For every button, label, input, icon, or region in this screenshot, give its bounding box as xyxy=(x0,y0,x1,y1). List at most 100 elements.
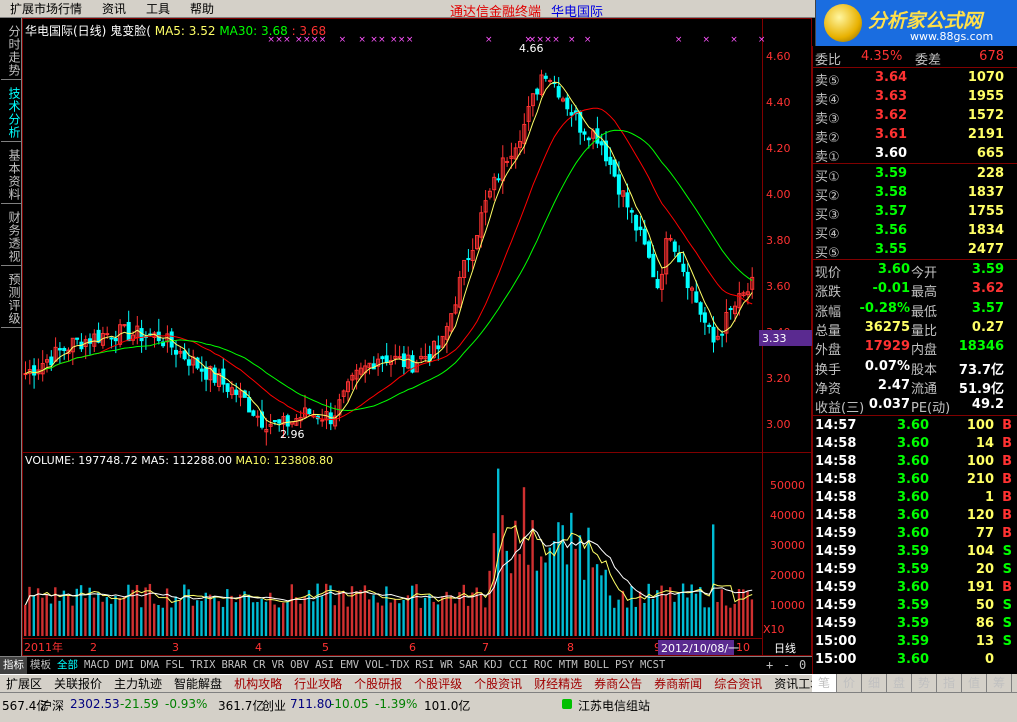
tab-cr[interactable]: CR xyxy=(250,657,269,674)
sell-level[interactable]: 卖③ 3.62 1572 xyxy=(813,107,1017,127)
status-market[interactable]: 沪深 xyxy=(40,697,64,714)
buy-level[interactable]: 买② 3.58 1837 xyxy=(813,184,1017,204)
info-tab-12[interactable]: 综合资讯 xyxy=(708,675,768,693)
tab-finance[interactable]: 财务透视 xyxy=(1,208,21,266)
quote-tab-1[interactable]: 价 xyxy=(837,674,862,692)
info-tab-11[interactable]: 券商新闻 xyxy=(648,675,708,693)
buy-level[interactable]: 买③ 3.57 1755 xyxy=(813,203,1017,223)
volume-bar xyxy=(385,586,388,636)
info-tab-10[interactable]: 券商公告 xyxy=(588,675,648,693)
sell-level[interactable]: 卖① 3.60 665 xyxy=(813,145,1017,165)
tab-vr[interactable]: VR xyxy=(268,657,287,674)
info-tab-5[interactable]: 行业攻略 xyxy=(288,675,348,693)
zoom-out-button[interactable]: - xyxy=(783,658,790,672)
info-tab-3[interactable]: 智能解盘 xyxy=(168,675,228,693)
tab-psy[interactable]: PSY xyxy=(612,657,637,674)
status-board[interactable]: 创业 xyxy=(262,697,286,714)
tab-vol-tdx[interactable]: VOL-TDX xyxy=(362,657,412,674)
buy-level[interactable]: 买① 3.59 228 xyxy=(813,165,1017,185)
volume-bar xyxy=(398,603,401,636)
tab-rsi[interactable]: RSI xyxy=(412,657,437,674)
volume-bar xyxy=(540,556,543,636)
tab-roc[interactable]: ROC xyxy=(531,657,556,674)
menu-item-news[interactable]: 资讯 xyxy=(92,0,136,17)
tab-boll[interactable]: BOLL xyxy=(581,657,612,674)
reset-button[interactable]: 0 xyxy=(799,658,806,672)
info-tab-7[interactable]: 个股评级 xyxy=(408,675,468,693)
tab-mcst[interactable]: MCST xyxy=(637,657,668,674)
quote-tab-2[interactable]: 细 xyxy=(862,674,887,692)
candle-body xyxy=(672,241,677,252)
tab-kdj[interactable]: KDJ xyxy=(481,657,506,674)
tab-macd[interactable]: MACD xyxy=(81,657,112,674)
tab-dma[interactable]: DMA xyxy=(137,657,162,674)
menu-item-tools[interactable]: 工具 xyxy=(136,0,180,17)
signal-mark: × xyxy=(398,35,406,45)
sell-level[interactable]: 卖④ 3.63 1955 xyxy=(813,88,1017,108)
info-tab-2[interactable]: 主力轨迹 xyxy=(108,675,168,693)
quote-tab-0[interactable]: 笔 xyxy=(812,674,837,692)
volume-bar xyxy=(41,597,44,636)
volume-bar xyxy=(376,602,379,636)
volume-bar xyxy=(260,598,263,636)
tab-fsl[interactable]: FSL xyxy=(162,657,187,674)
quote-tab-5[interactable]: 指 xyxy=(937,674,962,692)
volume-bar xyxy=(681,583,685,636)
candle-body xyxy=(105,333,110,336)
price-pane-title: 华电国际(日线) 鬼变脸( MA5: 3.52 MA30: 3.68 : 3.6… xyxy=(25,22,326,39)
sell-level[interactable]: 卖② 3.61 2191 xyxy=(813,126,1017,146)
tab-brar[interactable]: BRAR xyxy=(219,657,250,674)
info-tab-4[interactable]: 机构攻略 xyxy=(228,675,288,693)
divider xyxy=(813,67,1017,68)
quote-tab-6[interactable]: 值 xyxy=(962,674,987,692)
zoom-in-button[interactable]: + xyxy=(766,658,773,672)
info-tab-6[interactable]: 个股研报 xyxy=(348,675,408,693)
stat-value: 0.27 xyxy=(971,319,1004,335)
info-tab-1[interactable]: 关联报价 xyxy=(48,675,108,693)
info-tab-9[interactable]: 财经精选 xyxy=(528,675,588,693)
tab-indicator[interactable]: 指标 xyxy=(0,657,27,674)
tab-rating[interactable]: 预测评级 xyxy=(1,270,21,328)
volume-bar xyxy=(509,573,513,636)
tab-intraday[interactable]: 分时走势 xyxy=(1,22,21,80)
tab-mtm[interactable]: MTM xyxy=(556,657,581,674)
date-tick: 8 xyxy=(567,641,574,654)
tab-asi[interactable]: ASI xyxy=(312,657,337,674)
stat-label: 最低 xyxy=(911,304,938,320)
tab-sar[interactable]: SAR xyxy=(456,657,481,674)
info-tab-0[interactable]: 扩展区 xyxy=(0,675,48,693)
volume-bar xyxy=(208,594,212,636)
quote-panel: 委比 4.35% 委差 678 卖⑤ 3.64 1070 卖④ 3.63 1955 卖③ 3.… xyxy=(812,46,1017,674)
menu-item-market[interactable]: 扩展市场行情 xyxy=(0,0,92,17)
tab-template[interactable]: 模板 xyxy=(27,657,54,674)
tick-price: 3.60 xyxy=(897,490,930,505)
tab-dmi[interactable]: DMI xyxy=(112,657,137,674)
period-label[interactable]: 日线 xyxy=(774,641,796,655)
tab-obv[interactable]: OBV xyxy=(287,657,312,674)
tick-time: 14:59 xyxy=(815,544,857,559)
tab-cci[interactable]: CCI xyxy=(506,657,531,674)
tab-emv[interactable]: EMV xyxy=(337,657,362,674)
quote-tab-4[interactable]: 势 xyxy=(912,674,937,692)
chart-canvas[interactable]: × × × × × × × × × × × × × × × ×× × × × × × × × × × 4.60 4.40 4.2… xyxy=(22,18,812,656)
info-tab-8[interactable]: 个股资讯 xyxy=(468,675,528,693)
tab-all[interactable]: 全部 xyxy=(54,657,81,674)
sell-level[interactable]: 卖⑤ 3.64 1070 xyxy=(813,69,1017,89)
tab-technical[interactable]: 技术分析 xyxy=(1,84,21,142)
quote-tab-7[interactable]: 筹 xyxy=(987,674,1012,692)
quote-tab-3[interactable]: 盘 xyxy=(887,674,912,692)
volume-bar xyxy=(282,602,285,636)
volume-bar xyxy=(454,603,457,636)
buy-level[interactable]: 买⑤ 3.55 2477 xyxy=(813,241,1017,261)
menu-item-help[interactable]: 帮助 xyxy=(180,0,224,17)
tab-trix[interactable]: TRIX xyxy=(187,657,218,674)
level-label: 买④ xyxy=(815,227,840,242)
volume-bar xyxy=(24,604,27,636)
date-tick: 2011年 xyxy=(24,640,63,654)
tab-fundamentals[interactable]: 基本资料 xyxy=(1,146,21,204)
buy-level[interactable]: 买④ 3.56 1834 xyxy=(813,222,1017,242)
tab-wr[interactable]: WR xyxy=(437,657,456,674)
tick-volume: 86 xyxy=(975,616,994,631)
volume-bar xyxy=(638,591,642,636)
volume-bar xyxy=(346,606,349,636)
